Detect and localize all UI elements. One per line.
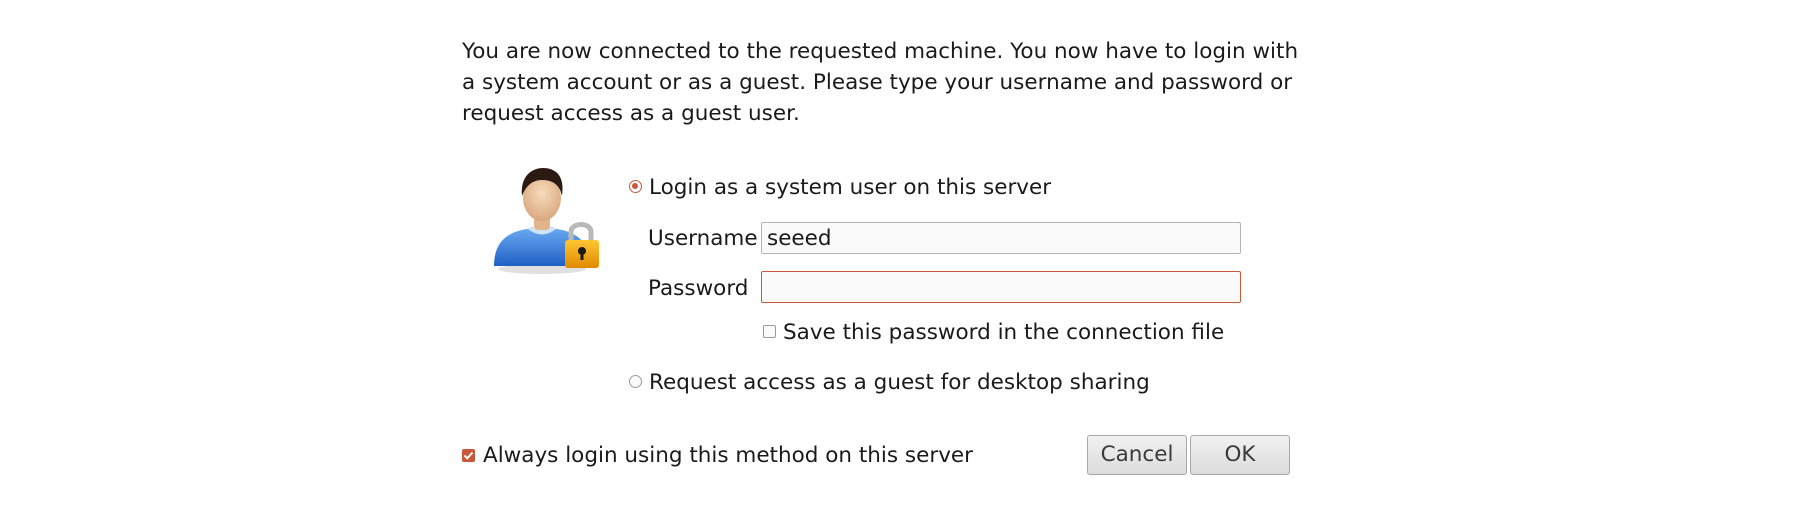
always-login-label[interactable]: Always login using this method on this s… <box>483 443 973 469</box>
system-user-radio[interactable] <box>629 180 642 193</box>
username-input[interactable] <box>761 222 1241 254</box>
checkmark-icon <box>463 451 474 460</box>
system-user-label[interactable]: Login as a system user on this server <box>649 175 1051 201</box>
always-login-checkbox[interactable] <box>462 449 475 462</box>
save-password-label[interactable]: Save this password in the connection fil… <box>783 320 1224 346</box>
cancel-button[interactable]: Cancel <box>1087 435 1187 475</box>
save-password-checkbox[interactable] <box>763 325 776 338</box>
login-dialog: You are now connected to the requested m… <box>0 0 1819 521</box>
guest-label[interactable]: Request access as a guest for desktop sh… <box>649 370 1150 396</box>
password-input[interactable] <box>761 271 1241 303</box>
password-label: Password <box>648 276 749 301</box>
username-label: Username <box>648 226 758 251</box>
guest-radio[interactable] <box>629 375 642 388</box>
ok-button[interactable]: OK <box>1190 435 1290 475</box>
user-lock-icon <box>494 168 599 274</box>
intro-text: You are now connected to the requested m… <box>462 39 1299 126</box>
